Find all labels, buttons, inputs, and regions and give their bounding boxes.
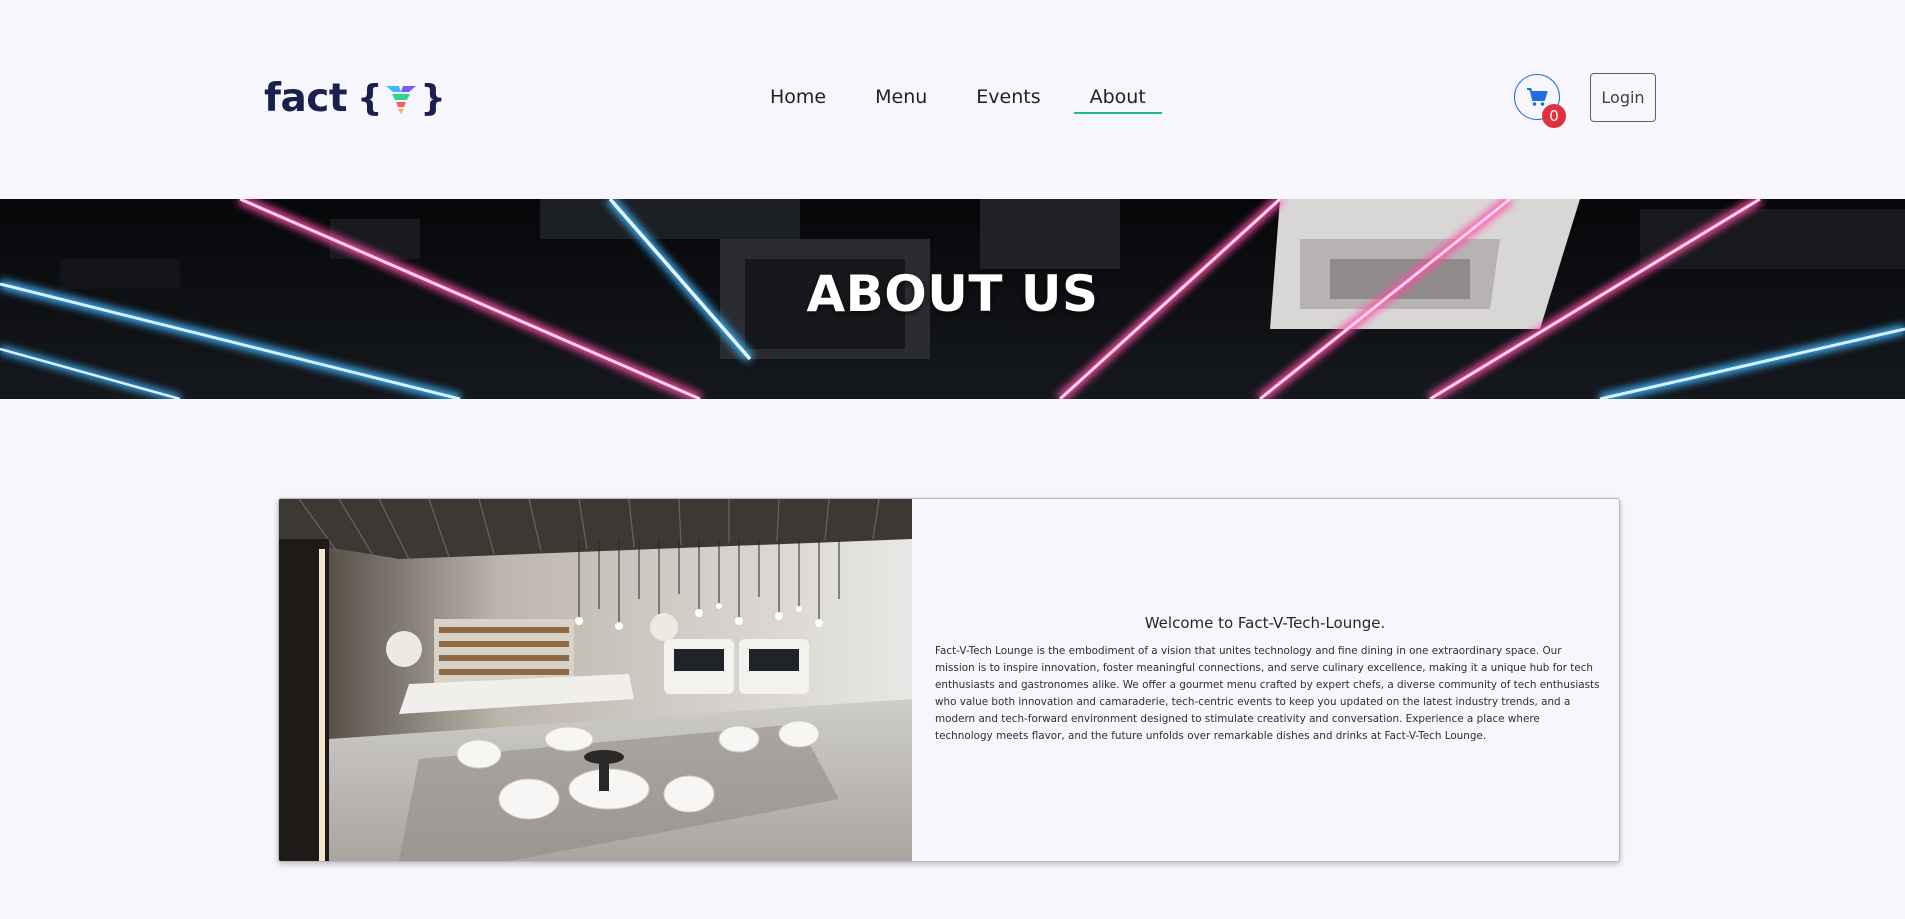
shopping-cart-icon	[1527, 88, 1548, 106]
nav-home[interactable]: Home	[770, 84, 826, 114]
site-header: fact { } Home Menu Events About 0 Login	[0, 0, 1905, 199]
v-logo-icon	[386, 86, 417, 114]
cart-count-badge: 0	[1542, 104, 1566, 128]
cart-button[interactable]: 0	[1514, 74, 1566, 128]
nav-events[interactable]: Events	[976, 84, 1040, 114]
main-nav: Home Menu Events About	[770, 84, 1211, 114]
page-title: ABOUT US	[806, 265, 1099, 323]
about-card: Welcome to Fact-V-Tech-Lounge. Fact-V-Te…	[278, 498, 1620, 862]
logo-text: fact	[264, 75, 348, 121]
login-button[interactable]: Login	[1590, 73, 1656, 122]
about-description: Fact-V-Tech Lounge is the embodiment of …	[935, 645, 1600, 742]
lounge-interior-image	[279, 499, 912, 861]
brand-logo[interactable]: fact { }	[264, 74, 446, 122]
logo-brace-close: }	[420, 77, 446, 119]
about-hero-banner: ABOUT US	[0, 199, 1905, 399]
about-card-body: Welcome to Fact-V-Tech-Lounge. Fact-V-Te…	[935, 499, 1600, 861]
logo-brace-open: {	[357, 77, 383, 119]
nav-menu[interactable]: Menu	[875, 84, 927, 114]
about-title: Welcome to Fact-V-Tech-Lounge.	[1144, 614, 1386, 632]
nav-about[interactable]: About	[1073, 84, 1162, 114]
